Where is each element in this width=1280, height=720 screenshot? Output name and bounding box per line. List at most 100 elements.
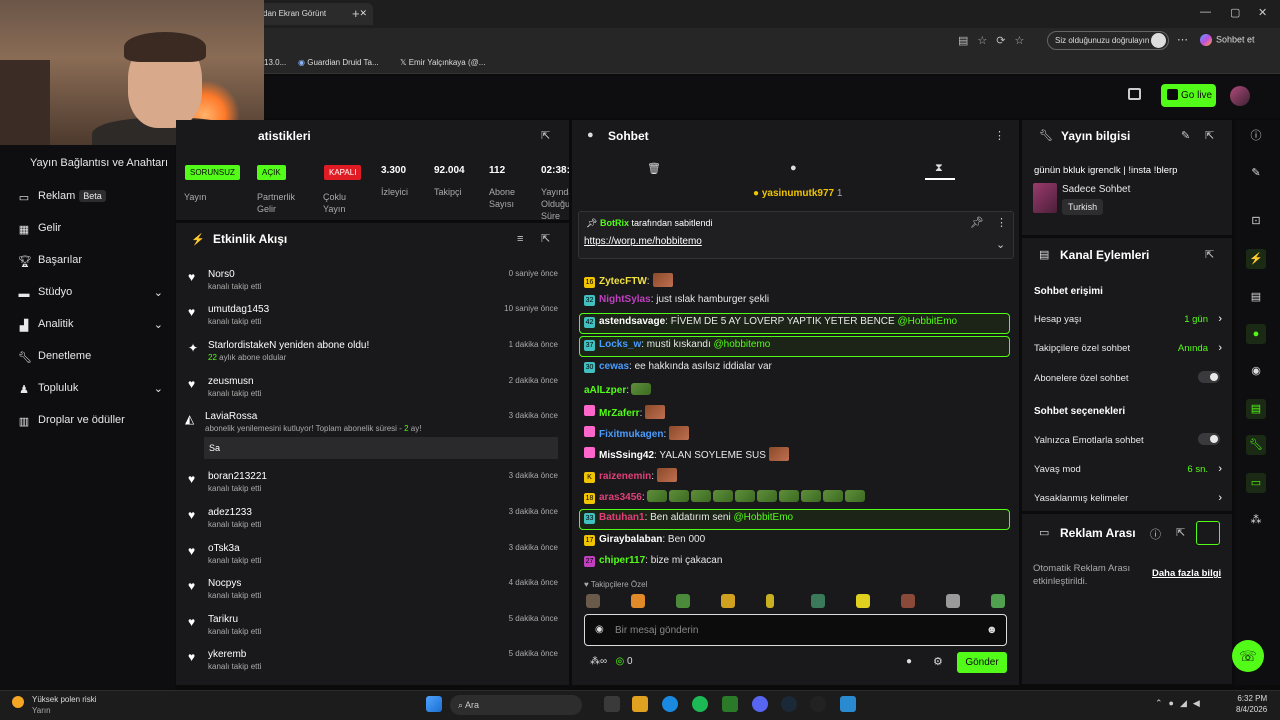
chat-username[interactable]: Fixitmukagen (599, 429, 663, 440)
popout-icon[interactable]: ⇱ (1205, 248, 1214, 261)
event-user[interactable]: oTsk3a (208, 543, 240, 554)
banned-words-row[interactable]: Yasaklanmış kelimeler › (1034, 492, 1222, 511)
pinned-by-user[interactable]: BotRix (600, 218, 629, 228)
emote-icon[interactable] (766, 594, 774, 608)
pinned-link[interactable]: https://worp.me/hobbitemo (584, 236, 702, 247)
chat-mention[interactable]: @HobbitEmo (897, 316, 957, 327)
popout-icon[interactable]: ⇱ (1205, 129, 1214, 142)
bookmark-2[interactable]: ◉ Guardian Druid Ta... (298, 58, 379, 67)
sidebar-item-gelir[interactable]: ▦ Gelir (18, 222, 163, 242)
sidebar-item-droplar[interactable]: ▥ Droplar ve ödüller (18, 414, 163, 434)
steam-icon[interactable] (781, 696, 797, 712)
share-icon[interactable]: ⁂ (1246, 510, 1266, 530)
broadcast-icon[interactable]: ◉ (1246, 361, 1266, 381)
stream-key-link[interactable]: Yayın Bağlantısı ve Anahtarı (30, 157, 168, 169)
event-user[interactable]: umutdag1453 (208, 304, 269, 315)
followers-only-row[interactable]: Takipçilere özel sohbet Anında › (1034, 342, 1222, 361)
emote-icon[interactable] (721, 594, 735, 608)
maximize-icon[interactable]: ▢ (1230, 6, 1240, 19)
chat-username[interactable]: astendsavage (599, 316, 665, 327)
event-user[interactable]: Nors0 (208, 269, 235, 280)
edge-icon[interactable] (662, 696, 678, 712)
bookmark-3[interactable]: 𝕏 Emir Yalçınkaya (@... (400, 58, 485, 67)
chat-username[interactable]: aAlLzper (584, 385, 626, 396)
edit-icon[interactable]: ✎ (1246, 163, 1266, 183)
sidebar-item-topluluk[interactable]: ♟ Topluluk ⌄ (18, 382, 163, 402)
document-icon[interactable]: ▤ (1246, 287, 1266, 307)
sidebar-item-analitik[interactable]: ▟ Analitik ⌄ (18, 318, 163, 338)
close-window-icon[interactable]: ✕ (1258, 6, 1267, 19)
preview-icon[interactable] (1128, 88, 1141, 100)
emote-icon[interactable] (856, 594, 870, 608)
new-tab-icon[interactable]: + (352, 6, 360, 21)
copilot-button[interactable]: Sohbet et (1200, 34, 1255, 46)
send-button[interactable]: Gönder (957, 652, 1007, 673)
tab-close-icon[interactable]: ✕ (359, 8, 367, 19)
event-user[interactable]: ykeremb (208, 649, 246, 660)
slow-mode-row[interactable]: Yavaş mod 6 sn. › (1034, 463, 1222, 482)
notepad-icon[interactable] (840, 696, 856, 712)
event-user[interactable]: Tarikru (208, 614, 238, 625)
popout-icon[interactable]: ⇱ (1176, 526, 1185, 539)
chat-username[interactable]: MrZaferr (599, 408, 640, 419)
learn-more-link[interactable]: Daha fazla bilgi (1152, 568, 1221, 579)
event-user[interactable]: zeusmusn (208, 376, 254, 387)
hourglass-icon[interactable]: ⧗ (935, 162, 943, 175)
record-icon[interactable]: ◉ (595, 624, 604, 635)
chat-username[interactable]: NightSylas (599, 294, 651, 305)
chat-mention[interactable]: @HobbitEmo (734, 512, 794, 523)
wrench-icon[interactable]: 🔧︎ (1246, 435, 1266, 455)
window-icon[interactable]: ▭ (1246, 473, 1266, 493)
actions-icon[interactable]: ▤ (1246, 399, 1266, 419)
info-icon[interactable]: ⓘ (1246, 126, 1266, 146)
event-user[interactable]: boran213221 (208, 471, 267, 482)
spotify-icon[interactable] (692, 696, 708, 712)
event-user[interactable]: adez1233 (208, 507, 252, 518)
lightning-icon[interactable]: ⚡ (1246, 249, 1266, 269)
edit-icon[interactable]: ✎ (1181, 129, 1190, 142)
gifter-name[interactable]: yasinumutk977 (762, 188, 834, 199)
toolbar-icons[interactable]: ▤☆⟳☆ (958, 34, 1033, 47)
chat-icon[interactable]: ● (790, 162, 797, 174)
verify-identity-button[interactable]: Siz olduğunuzu doğrulayın (1047, 31, 1169, 50)
help-button[interactable]: ☏ (1232, 640, 1264, 672)
ad-settings-button[interactable] (1196, 521, 1220, 545)
account-age-row[interactable]: Hesap yaşı 1 gün › (1034, 313, 1222, 332)
chat-icon[interactable]: ● (1246, 324, 1266, 344)
chat-username[interactable]: aras3456 (599, 492, 642, 503)
event-user[interactable]: Nocpys (208, 578, 241, 589)
emote-icon[interactable] (631, 594, 645, 608)
emote-only-toggle[interactable] (1198, 433, 1220, 445)
event-user[interactable]: LaviaRossa (205, 411, 257, 422)
more-menu-icon[interactable]: ⋯ (1177, 33, 1188, 46)
emote-icon[interactable] (901, 594, 915, 608)
emote-icon[interactable] (586, 594, 600, 608)
sidebar-item-denetleme[interactable]: 🔧︎ Denetleme (18, 350, 163, 370)
system-tray[interactable]: ⌃●◢◀ (1155, 698, 1206, 709)
clock[interactable]: 6:32 PM 8/4/2026 (1236, 693, 1267, 715)
trash-icon[interactable]: 🗑︎ (647, 162, 661, 175)
chat-username[interactable]: cewas (599, 361, 629, 372)
emote-icon[interactable] (946, 594, 960, 608)
filter-icon[interactable]: ≡ (517, 233, 523, 245)
unpin-icon[interactable]: 📌︎ (970, 216, 984, 229)
go-live-button[interactable]: Go live (1161, 84, 1216, 107)
chat-username[interactable]: raizenemin (599, 471, 651, 482)
chat-menu-icon[interactable]: ⋮ (994, 129, 1005, 142)
avatar[interactable] (1230, 86, 1250, 106)
explorer-icon[interactable] (632, 696, 648, 712)
chat-username[interactable]: ZytecFTW (599, 276, 647, 287)
emote-icon[interactable] (676, 594, 690, 608)
pinned-menu-icon[interactable]: ⋮ (996, 216, 1007, 229)
weather-widget[interactable]: Yüksek polen riski Yarın (12, 694, 96, 716)
subscribers-only-toggle[interactable] (1198, 371, 1220, 383)
taskview-icon[interactable] (604, 696, 620, 712)
points-icon[interactable]: ⁂∞ (590, 656, 607, 667)
emoji-icon[interactable]: ☻ (986, 624, 998, 636)
bookmark-1[interactable]: 13.0... (264, 58, 286, 67)
screenshot-icon[interactable]: ⊡ (1246, 211, 1266, 231)
taskbar-search[interactable]: ⌕ Ara (450, 695, 582, 715)
emote-icon[interactable] (811, 594, 825, 608)
minimize-icon[interactable]: — (1200, 6, 1211, 18)
obs-icon[interactable] (810, 696, 826, 712)
